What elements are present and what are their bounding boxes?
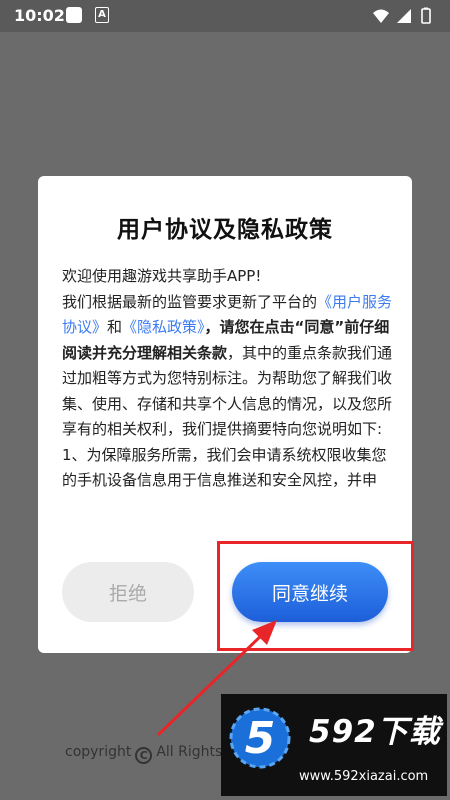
logo-digit: 5 bbox=[245, 713, 276, 764]
status-time: 10:02 bbox=[14, 6, 65, 25]
paragraph-start: 我们根据最新的监管要求更新了平台的 bbox=[62, 292, 318, 311]
status-bar: 10:02 A bbox=[0, 0, 450, 32]
watermark-brand: 592下载 bbox=[309, 714, 441, 750]
battery-icon bbox=[421, 8, 431, 24]
and-text: 和 bbox=[107, 318, 123, 336]
dialog-title: 用户协议及隐私政策 bbox=[117, 217, 333, 243]
wifi-icon bbox=[373, 9, 389, 23]
reject-button[interactable]: 拒绝 bbox=[62, 562, 194, 622]
status-icons bbox=[373, 7, 431, 24]
copyright-suffix: All Rights bbox=[156, 744, 223, 760]
copyright-prefix: copyright bbox=[65, 744, 132, 760]
watermark: 5 592下载 www.592xiazai.com bbox=[221, 694, 447, 796]
privacy-policy-link[interactable]: 《隐私政策》 bbox=[122, 318, 205, 336]
highlight-box bbox=[217, 541, 414, 651]
agreement-paragraph: 我们根据最新的监管要求更新了平台的《用户服务协议》和《隐私政策》，请您在点击“同… bbox=[62, 290, 394, 443]
watermark-url: www.592xiazai.com bbox=[299, 769, 429, 784]
welcome-text: 欢迎使用趣游戏共享助手APP! bbox=[62, 267, 262, 285]
592-logo-icon: 5 bbox=[229, 707, 291, 769]
notification-square-icon bbox=[66, 7, 82, 23]
copyright-text: copyright C All Rights bbox=[65, 744, 222, 764]
permission-paragraph: 1、为保障服务所需，我们会申请系统权限收集您的手机设备信息用于信息推送和安全风控… bbox=[62, 445, 387, 490]
dialog-body[interactable]: 欢迎使用趣游戏共享助手APP! 我们根据最新的监管要求更新了平台的《用户服务协议… bbox=[62, 264, 394, 532]
signal-icon bbox=[397, 9, 411, 23]
notification-a-icon: A bbox=[95, 7, 109, 23]
copyright-symbol-icon: C bbox=[135, 747, 153, 764]
